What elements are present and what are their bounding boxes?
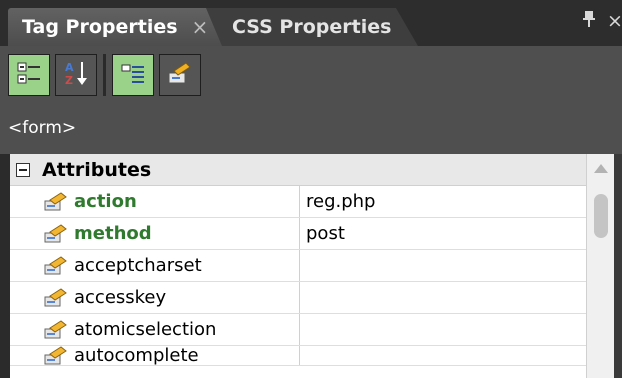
close-icon[interactable]: × [192, 15, 209, 39]
category-header-attributes[interactable]: Attributes [10, 154, 586, 186]
property-name-cell[interactable]: accesskey [10, 282, 300, 313]
property-attribute-icon [44, 287, 68, 308]
property-row[interactable]: method post [10, 218, 586, 250]
pin-icon[interactable] [582, 10, 596, 33]
property-name: atomicselection [74, 319, 217, 340]
property-row[interactable]: atomicselection [10, 314, 586, 346]
property-value-cell[interactable] [300, 282, 586, 313]
property-name: accesskey [74, 287, 167, 308]
property-name: autocomplete [74, 346, 199, 366]
tag-settings-icon [166, 59, 194, 91]
property-name: action [74, 191, 137, 212]
vertical-scrollbar[interactable] [586, 154, 614, 378]
sort-az-button[interactable]: A Z [55, 54, 97, 96]
property-name: acceptcharset [74, 255, 202, 276]
toolbar: A Z [8, 54, 201, 96]
property-row[interactable]: autocomplete [10, 346, 586, 366]
property-attribute-icon [44, 319, 68, 340]
property-row[interactable]: accesskey [10, 282, 586, 314]
property-attribute-icon [44, 191, 68, 212]
property-name-cell[interactable]: autocomplete [10, 346, 300, 365]
property-value-cell[interactable] [300, 346, 586, 365]
toolbar-separator [103, 54, 106, 96]
property-attribute-icon [44, 346, 68, 365]
scroll-thumb[interactable] [594, 194, 608, 238]
category-view-button[interactable] [8, 54, 50, 96]
category-title: Attributes [42, 158, 152, 181]
close-panel-icon[interactable]: × [607, 10, 622, 32]
tab-label: Tag Properties [22, 16, 178, 38]
property-value-cell[interactable]: post [300, 218, 586, 249]
tab-label: CSS Properties [232, 16, 392, 38]
category-view-icon [16, 60, 42, 90]
tab-css-properties[interactable]: CSS Properties [206, 8, 418, 46]
property-name: method [74, 223, 152, 244]
panel-edge [614, 154, 622, 378]
list-set-properties-icon [120, 60, 146, 90]
property-row[interactable]: action reg.php [10, 186, 586, 218]
panel-tab-bar: Tag Properties × CSS Properties × [0, 0, 622, 46]
tab-tag-properties[interactable]: Tag Properties × [8, 8, 223, 46]
tag-settings-button[interactable] [159, 54, 201, 96]
property-grid: Attributes action reg.php method post accept… [10, 154, 586, 378]
property-name-cell[interactable]: acceptcharset [10, 250, 300, 281]
property-name-cell[interactable]: atomicselection [10, 314, 300, 345]
property-name-cell[interactable]: method [10, 218, 300, 249]
property-attribute-icon [44, 255, 68, 276]
toolbar-area: A Z <form> [0, 46, 622, 154]
svg-text:Z: Z [65, 74, 73, 87]
property-attribute-icon [44, 223, 68, 244]
sort-az-icon: A Z [62, 59, 90, 91]
property-name-cell[interactable]: action [10, 186, 300, 217]
current-tag-label: <form> [8, 118, 77, 138]
property-value-cell[interactable] [300, 250, 586, 281]
scroll-up-arrow-icon[interactable] [594, 164, 608, 173]
svg-text:A: A [65, 61, 74, 74]
show-set-properties-button[interactable] [112, 54, 154, 96]
collapse-icon[interactable] [16, 162, 30, 177]
property-row[interactable]: acceptcharset [10, 250, 586, 282]
property-value-cell[interactable]: reg.php [300, 186, 586, 217]
property-value-cell[interactable] [300, 314, 586, 345]
